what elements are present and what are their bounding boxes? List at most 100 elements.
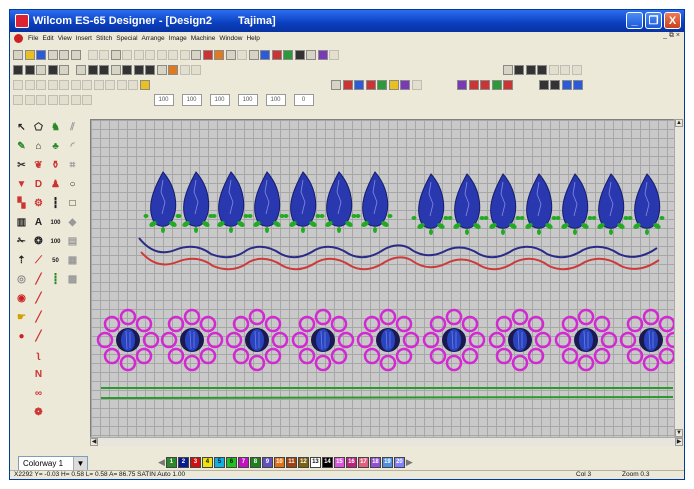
scroll-down-icon[interactable]: ▼ — [675, 429, 683, 437]
radial-icon[interactable] — [47, 94, 58, 105]
pull-comp-icon[interactable]: ┋ — [49, 273, 62, 286]
redraw-icon[interactable] — [214, 49, 224, 60]
height-value[interactable]: 100 — [181, 93, 202, 106]
zoom-box-icon[interactable] — [502, 64, 513, 75]
skew-value[interactable]: 0 — [293, 93, 314, 106]
show-stitches-icon[interactable] — [13, 64, 23, 75]
menu-arrange[interactable]: Arrange — [142, 35, 165, 42]
width-value[interactable]: 100 — [153, 93, 174, 106]
elastic-icon[interactable] — [145, 64, 155, 75]
bracket-icon[interactable]: ʅ — [32, 349, 45, 362]
color-sort-icon[interactable] — [491, 79, 502, 90]
menu-stitch[interactable]: Stitch — [96, 35, 112, 42]
scroll-left-icon[interactable]: ◀ — [90, 438, 98, 446]
polygon-icon[interactable]: ⌗ — [66, 159, 79, 172]
outline-icon[interactable] — [225, 49, 236, 60]
mirror-v-icon[interactable] — [24, 79, 35, 90]
zoom-fit-icon[interactable] — [548, 64, 559, 75]
save-icon[interactable] — [36, 49, 46, 60]
color-pick-icon[interactable] — [342, 79, 353, 90]
color-swatch[interactable]: 8 — [249, 457, 261, 468]
menu-help[interactable]: Help — [246, 35, 259, 42]
print-icon[interactable] — [47, 49, 58, 60]
tree-icon[interactable]: ♣ — [49, 140, 62, 153]
group-icon[interactable] — [145, 49, 155, 60]
maximize-button[interactable]: ❐ — [645, 12, 662, 29]
menu-edit[interactable]: Edit — [42, 35, 53, 42]
color-blend-icon[interactable] — [457, 79, 467, 90]
select-object-icon[interactable] — [191, 49, 201, 60]
chevron-down-icon[interactable]: ▼ — [73, 456, 87, 470]
cow-icon[interactable]: ♞ — [49, 121, 62, 134]
colorway-select[interactable]: Colorway 1 ▼ — [18, 455, 88, 471]
grid-fill-icon[interactable]: ▦ — [66, 254, 79, 267]
cross-icon[interactable] — [133, 64, 144, 75]
ungroup-icon[interactable] — [156, 49, 167, 60]
zoom-1-1-icon[interactable] — [560, 64, 570, 75]
shape-icon[interactable] — [179, 64, 190, 75]
color-swatch[interactable]: 15 — [333, 457, 345, 468]
marker-icon[interactable] — [365, 79, 376, 90]
color-swatch[interactable]: 20 — [393, 457, 405, 468]
travel-icon[interactable]: ▚ — [15, 197, 28, 210]
line-icon[interactable]: ⟋ — [32, 254, 45, 267]
stitch-type-icon[interactable] — [354, 79, 364, 90]
scroll-right-icon[interactable]: ▶ — [675, 438, 683, 446]
underlay-icon[interactable]: ▤ — [66, 235, 79, 248]
rectangle-icon[interactable]: □ — [66, 197, 79, 210]
stitch-edit-icon[interactable]: ▼ — [15, 178, 28, 191]
print-preview-icon[interactable] — [59, 49, 69, 60]
mdi-controls[interactable]: _ ⧉ × — [663, 32, 680, 40]
effects-icon[interactable] — [168, 64, 178, 75]
color-swatch[interactable]: 10 — [273, 457, 285, 468]
array-icon[interactable] — [59, 94, 69, 105]
zoom-out-icon[interactable] — [525, 64, 536, 75]
satin-icon[interactable] — [87, 64, 98, 75]
align-left-icon[interactable] — [59, 79, 69, 90]
menu-file[interactable]: File — [28, 35, 38, 42]
fill-icon[interactable] — [76, 64, 86, 75]
lettering-icon[interactable] — [388, 79, 399, 90]
tie-icon[interactable]: ⇡ — [15, 254, 28, 267]
monogram-icon[interactable] — [377, 79, 387, 90]
pan-icon[interactable] — [537, 64, 547, 75]
color-replace-icon[interactable] — [468, 79, 479, 90]
slash-icon[interactable]: ⫽ — [66, 121, 79, 134]
distribute-icon[interactable] — [128, 79, 138, 90]
gear-icon[interactable]: ⚙ — [32, 197, 45, 210]
insert-tool-icon[interactable] — [561, 79, 572, 90]
color-swatch[interactable]: 5 — [213, 457, 225, 468]
close-button[interactable]: X — [664, 12, 681, 29]
color-swatch[interactable]: 4 — [201, 457, 213, 468]
new-icon[interactable] — [13, 49, 23, 60]
mirror-h-icon[interactable] — [13, 79, 23, 90]
color-film-icon[interactable] — [202, 49, 213, 60]
scale-x-value[interactable]: 100 — [209, 93, 230, 106]
lettering-icon[interactable]: A — [32, 216, 45, 229]
color-swatch[interactable]: 16 — [345, 457, 357, 468]
color-swatch[interactable]: 3 — [189, 457, 201, 468]
arc-icon[interactable]: ◜ — [66, 140, 79, 153]
horizontal-scrollbar[interactable]: ◀ ▶ — [90, 437, 683, 446]
letter-d-icon[interactable]: D — [32, 178, 45, 191]
color-swatch[interactable]: 12 — [297, 457, 309, 468]
open-icon[interactable] — [24, 49, 35, 60]
hoop-icon[interactable] — [317, 49, 328, 60]
reshape-tool-icon[interactable] — [550, 79, 560, 90]
repeat-icon[interactable] — [70, 94, 81, 105]
envelope-icon[interactable] — [139, 79, 150, 90]
knife-icon[interactable]: ✂ — [15, 159, 28, 172]
trace-icon[interactable] — [271, 49, 282, 60]
3d-icon[interactable] — [156, 64, 167, 75]
applique-icon[interactable] — [411, 79, 422, 90]
pen-icon[interactable]: ╱ — [32, 273, 45, 286]
column-icon[interactable]: ▥ — [15, 216, 28, 229]
color-swatch[interactable]: 17 — [357, 457, 369, 468]
motif-icon[interactable]: ◎ — [15, 273, 28, 286]
menu-window[interactable]: Window — [219, 35, 242, 42]
app-icon[interactable] — [15, 14, 29, 28]
show-connectors-icon[interactable] — [36, 64, 46, 75]
redo-icon[interactable] — [133, 49, 144, 60]
duplicate-icon[interactable] — [82, 94, 92, 105]
stitch-list-icon[interactable] — [70, 49, 81, 60]
